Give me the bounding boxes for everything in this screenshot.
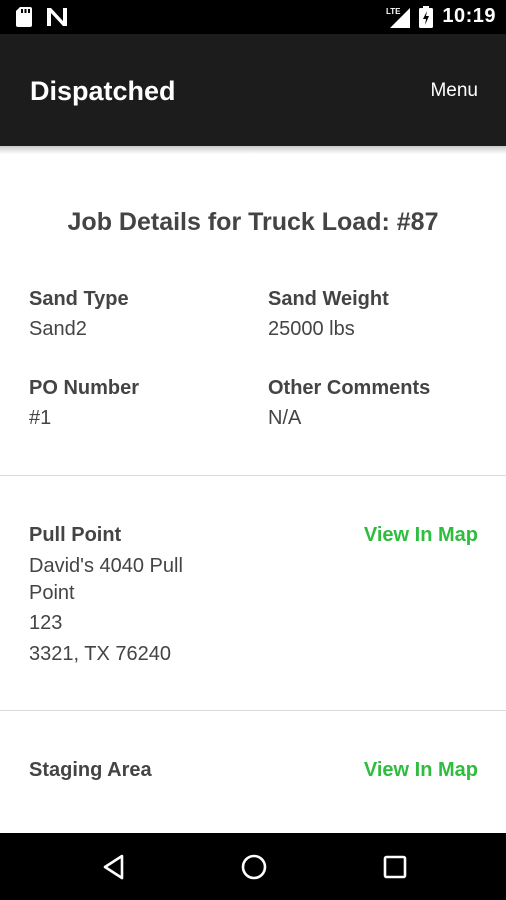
menu-button[interactable]: Menu (430, 80, 478, 102)
svg-text:LTE: LTE (386, 7, 401, 16)
sand-weight-value: 25000 lbs (268, 318, 355, 340)
staging-area-view-in-map-link[interactable]: View In Map (364, 759, 478, 782)
status-bar: LTE 10:19 (0, 0, 506, 34)
other-comments-label: Other Comments (268, 377, 431, 399)
staging-area-label: Staging Area (29, 759, 152, 781)
pull-point-address-line: 123 (29, 612, 63, 634)
lte-signal-icon: LTE (386, 6, 411, 28)
home-icon[interactable] (240, 853, 268, 881)
pull-point-address-line: David's 4040 Pull (29, 555, 183, 577)
app-bar-shadow (0, 146, 506, 154)
recents-icon[interactable] (381, 853, 409, 881)
pull-point-address-line: 3321, TX 76240 (29, 643, 171, 665)
sd-card-icon (16, 7, 32, 27)
sand-weight-label: Sand Weight (268, 288, 389, 310)
sand-type-label: Sand Type (29, 288, 129, 310)
divider (0, 475, 506, 476)
job-details-title: Job Details for Truck Load: #87 (67, 208, 439, 236)
app-bar: Dispatched Menu (0, 34, 506, 146)
pull-point-address-line: Point (29, 582, 75, 604)
back-icon[interactable] (100, 853, 128, 881)
po-number-label: PO Number (29, 377, 140, 399)
pull-point-label: Pull Point (29, 524, 122, 546)
divider (0, 710, 506, 711)
battery-charging-icon (419, 5, 434, 28)
sand-type-value: Sand2 (29, 318, 87, 340)
po-number-value: #1 (29, 407, 52, 429)
other-comments-value: N/A (268, 407, 302, 429)
pull-point-view-in-map-link[interactable]: View In Map (364, 524, 478, 547)
clock: 10:19 (442, 5, 496, 27)
n-notification-icon (47, 8, 67, 26)
navigation-bar (0, 833, 506, 900)
app-title: Dispatched (30, 76, 176, 106)
